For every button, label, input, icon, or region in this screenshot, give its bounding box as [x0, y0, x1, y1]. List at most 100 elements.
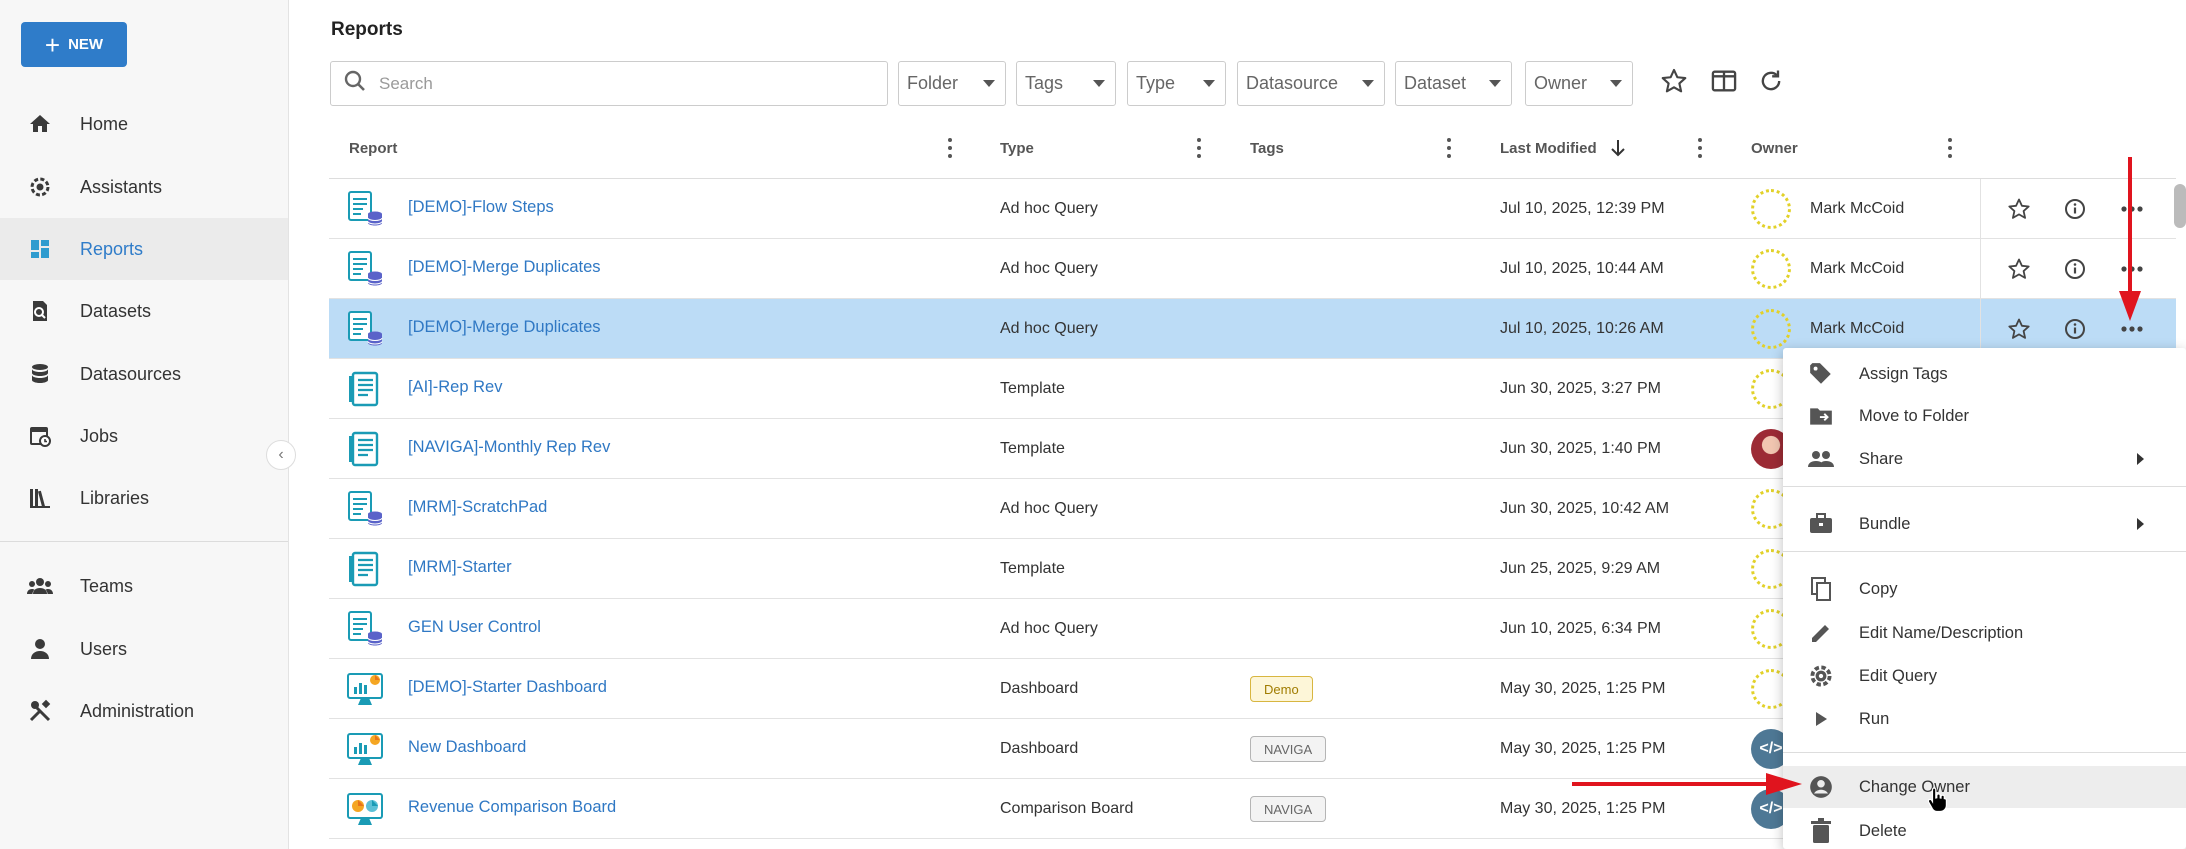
actions-divider — [1980, 179, 1981, 238]
sidebar-item-home[interactable]: Home — [0, 93, 288, 155]
filter-type[interactable]: Type — [1127, 61, 1226, 106]
submenu-arrow-icon — [2137, 518, 2144, 530]
last-modified: May 30, 2025, 1:25 PM — [1500, 680, 1666, 697]
sidebar-item-label: Assistants — [80, 176, 163, 197]
tag-badge[interactable]: NAVIGA — [1250, 796, 1327, 822]
info-icon[interactable] — [2062, 316, 2088, 342]
report-type: Ad hoc Query — [1000, 320, 1098, 337]
adhoc-report-icon — [346, 610, 384, 648]
sidebar-item-administration[interactable]: Administration — [0, 680, 288, 742]
report-name-link[interactable]: [DEMO]-Merge Duplicates — [408, 258, 601, 277]
toggle-panel-button[interactable] — [1707, 66, 1741, 100]
sidebar-item-label: Home — [80, 113, 129, 134]
menu-item-edit-name-description[interactable]: Edit Name/Description — [1783, 612, 2186, 654]
dashboard-report-icon — [346, 670, 384, 708]
tag-badge[interactable]: Demo — [1250, 676, 1313, 702]
user-icon — [26, 635, 54, 663]
new-button[interactable]: + NEW — [21, 22, 127, 67]
search-icon — [343, 69, 367, 98]
row-context-menu: Assign Tags Move to Folder Share Bundle … — [1783, 348, 2186, 849]
sidebar-item-users[interactable]: Users — [0, 618, 288, 680]
report-name-link[interactable]: GEN User Control — [408, 618, 541, 637]
tag-badge[interactable]: NAVIGA — [1250, 736, 1327, 762]
sidebar-item-datasets[interactable]: Datasets — [0, 280, 288, 342]
favorite-star-icon[interactable] — [2006, 316, 2032, 342]
column-header-type[interactable]: Type — [1000, 140, 1034, 157]
table-row[interactable]: [DEMO]-Flow Steps Ad hoc Query Jul 10, 202… — [329, 179, 2176, 239]
filter-owner[interactable]: Owner — [1525, 61, 1633, 106]
sidebar-item-label: Administration — [80, 700, 195, 721]
report-name-link[interactable]: [DEMO]-Starter Dashboard — [408, 678, 607, 697]
column-header-last-modified[interactable]: Last Modified — [1500, 140, 1597, 157]
favorite-star-icon[interactable] — [2006, 256, 2032, 282]
sidebar-item-assistants[interactable]: Assistants — [0, 156, 288, 218]
info-icon[interactable] — [2062, 196, 2088, 222]
owner-name: Mark McCoid — [1810, 200, 1905, 217]
info-icon[interactable] — [2062, 256, 2088, 282]
sort-descending-icon[interactable] — [1608, 137, 1628, 163]
sidebar-item-libraries[interactable]: Libraries — [0, 467, 288, 529]
template-report-icon — [346, 370, 384, 408]
template-report-icon — [346, 550, 384, 588]
report-name-link[interactable]: [DEMO]-Flow Steps — [408, 198, 554, 217]
sidebar-item-jobs[interactable]: Jobs — [0, 405, 288, 467]
column-header-tags[interactable]: Tags — [1250, 140, 1284, 157]
report-name-link[interactable]: [MRM]-ScratchPad — [408, 498, 547, 517]
report-name-link[interactable]: New Dashboard — [408, 738, 526, 757]
filter-datasource[interactable]: Datasource — [1237, 61, 1385, 106]
dashboard-report-icon — [346, 730, 384, 768]
filter-label: Datasource — [1246, 73, 1339, 93]
search-input[interactable] — [379, 73, 859, 94]
column-menu-icon[interactable] — [1697, 138, 1703, 158]
menu-item-run[interactable]: Run — [1783, 698, 2186, 740]
column-menu-icon[interactable] — [1446, 138, 1452, 158]
last-modified: Jul 10, 2025, 12:39 PM — [1500, 200, 1665, 217]
search-box[interactable] — [330, 61, 888, 106]
menu-item-bundle[interactable]: Bundle — [1783, 503, 2186, 545]
folder-move-icon — [1807, 402, 1835, 430]
menu-item-assign-tags[interactable]: Assign Tags — [1783, 353, 2186, 395]
menu-item-label: Share — [1859, 449, 1904, 468]
tools-icon — [26, 697, 54, 725]
report-name-link[interactable]: [AI]-Rep Rev — [408, 378, 502, 397]
column-menu-icon[interactable] — [1947, 138, 1953, 158]
people-icon — [1807, 445, 1835, 473]
gear-icon — [1807, 662, 1835, 690]
filter-tags[interactable]: Tags — [1016, 61, 1116, 106]
owner-name: Mark McCoid — [1810, 320, 1905, 337]
sidebar-item-datasources[interactable]: Datasources — [0, 343, 288, 405]
report-type: Template — [1000, 380, 1065, 397]
filter-dataset[interactable]: Dataset — [1395, 61, 1512, 106]
sidebar-item-reports[interactable]: Reports — [0, 218, 288, 280]
page-title: Reports — [331, 19, 403, 40]
dataset-icon — [26, 297, 54, 325]
report-name-link[interactable]: Revenue Comparison Board — [408, 798, 616, 817]
report-name-link[interactable]: [NAVIGA]-Monthly Rep Rev — [408, 438, 610, 457]
menu-item-label: Bundle — [1859, 514, 1911, 533]
account-circle-icon — [1807, 773, 1835, 801]
menu-item-edit-query[interactable]: Edit Query — [1783, 655, 2186, 697]
sidebar-item-teams[interactable]: Teams — [0, 555, 288, 617]
report-name-link[interactable]: [DEMO]-Merge Duplicates — [408, 318, 601, 337]
report-name-link[interactable]: [MRM]-Starter — [408, 558, 512, 577]
column-menu-icon[interactable] — [947, 138, 953, 158]
caret-down-icon — [983, 80, 995, 87]
table-row[interactable]: [DEMO]-Merge Duplicates Ad hoc Query Jul 1… — [329, 239, 2176, 299]
refresh-button[interactable] — [1754, 66, 1788, 100]
menu-item-label: Run — [1859, 709, 1890, 728]
sidebar-item-label: Reports — [80, 238, 144, 259]
collapse-sidebar-button[interactable]: ‹ — [266, 440, 296, 470]
menu-item-delete[interactable]: Delete — [1783, 810, 2186, 849]
vertical-scrollbar[interactable] — [2174, 184, 2186, 228]
report-type: Ad hoc Query — [1000, 200, 1098, 217]
column-menu-icon[interactable] — [1196, 138, 1202, 158]
menu-item-move-to-folder[interactable]: Move to Folder — [1783, 395, 2186, 437]
menu-item-copy[interactable]: Copy — [1783, 568, 2186, 610]
menu-item-change-owner[interactable]: Change Owner — [1783, 766, 2186, 808]
filter-folder[interactable]: Folder — [898, 61, 1006, 106]
column-header-report[interactable]: Report — [349, 140, 397, 157]
favorite-star-icon[interactable] — [2006, 196, 2032, 222]
column-header-owner[interactable]: Owner — [1751, 140, 1798, 157]
favorites-filter-button[interactable] — [1657, 66, 1691, 100]
menu-item-share[interactable]: Share — [1783, 438, 2186, 480]
